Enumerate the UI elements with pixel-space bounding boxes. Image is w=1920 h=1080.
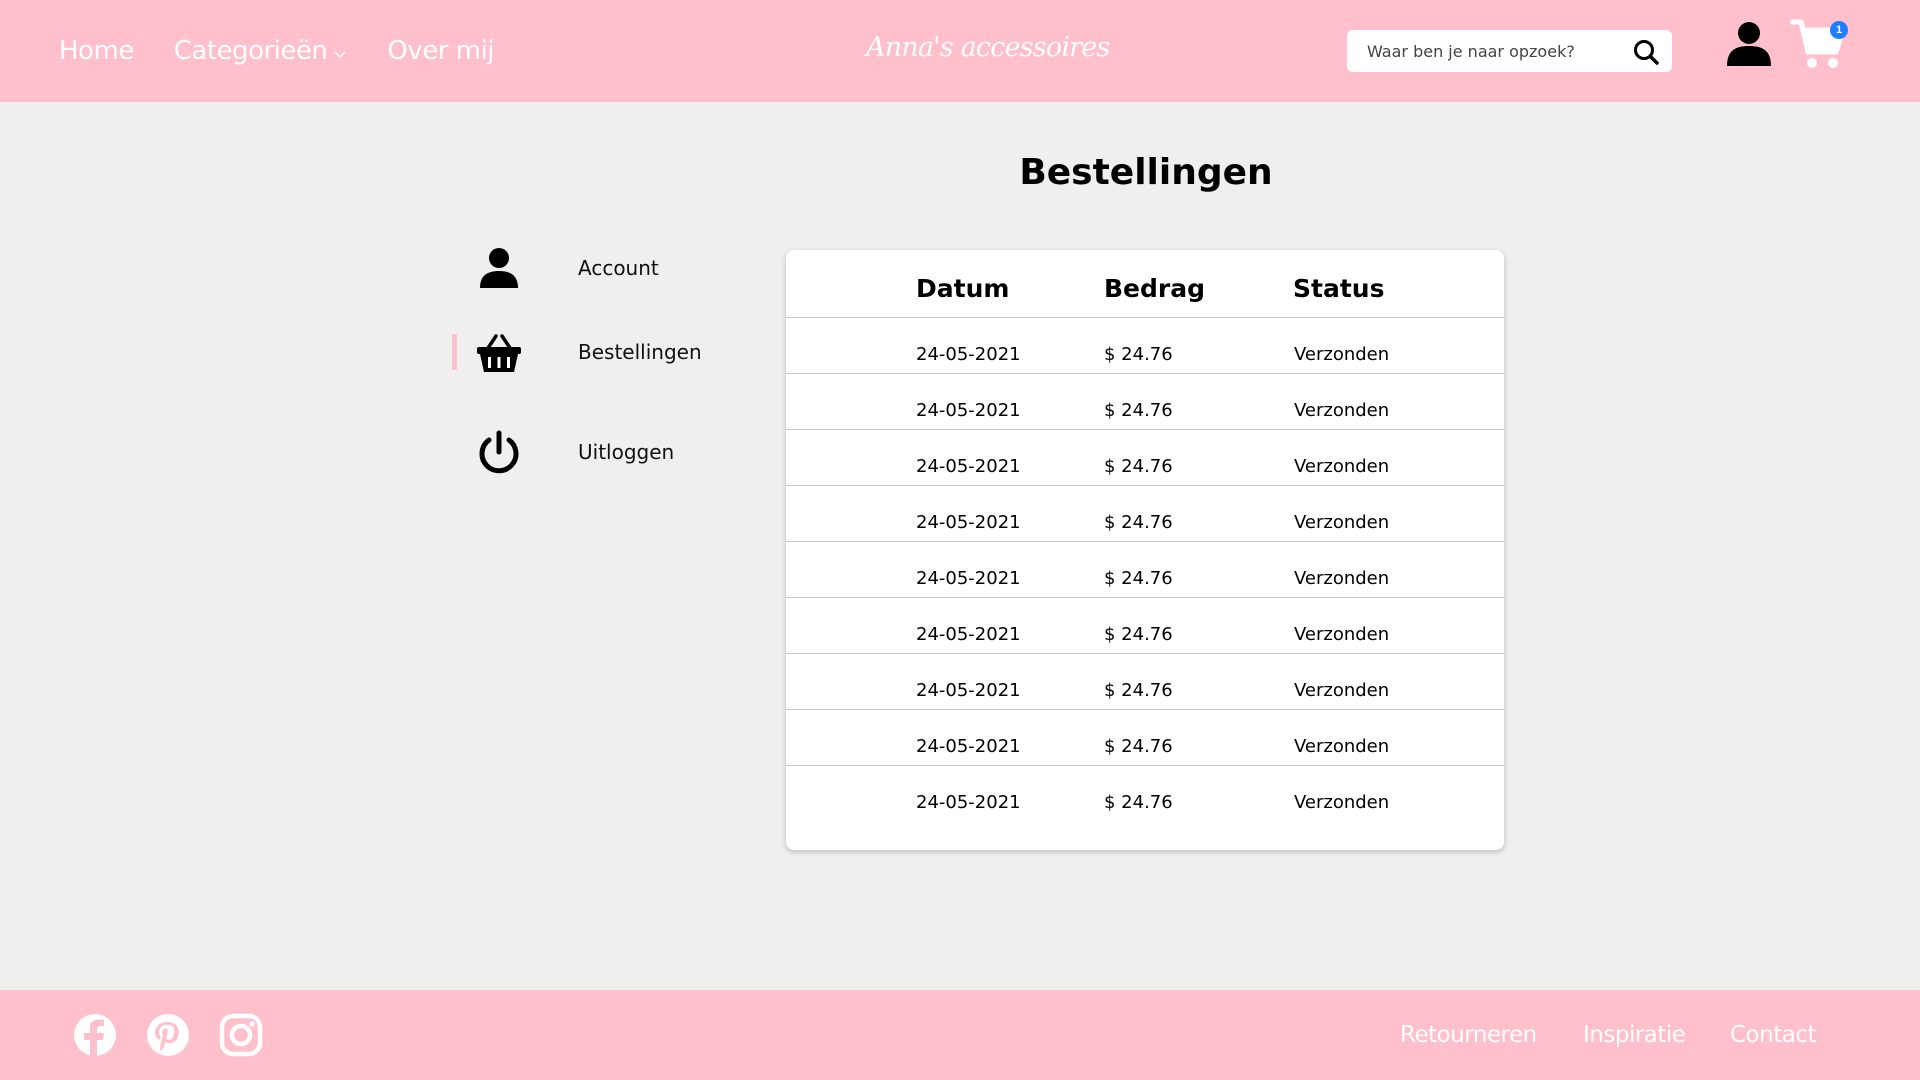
cell-bedrag: $ 24.76 bbox=[1104, 344, 1173, 365]
footer-link-inspiratie[interactable]: Inspiratie bbox=[1583, 1022, 1686, 1048]
column-header-status: Status bbox=[1293, 274, 1385, 303]
cell-bedrag: $ 24.76 bbox=[1104, 736, 1173, 757]
cell-datum: 24-05-2021 bbox=[916, 512, 1021, 533]
cell-status: Verzonden bbox=[1294, 792, 1390, 813]
power-icon bbox=[476, 430, 522, 476]
pinterest-icon[interactable] bbox=[145, 1012, 191, 1058]
cell-datum: 24-05-2021 bbox=[916, 624, 1021, 645]
search-icon[interactable] bbox=[1632, 38, 1660, 66]
nav-categories-label: Categorieën bbox=[173, 36, 328, 66]
table-header: Datum Bedrag Status bbox=[786, 250, 1504, 318]
active-indicator bbox=[452, 334, 457, 370]
column-header-datum: Datum bbox=[916, 274, 1010, 303]
nav-home[interactable]: Home bbox=[59, 36, 134, 66]
cell-bedrag: $ 24.76 bbox=[1104, 568, 1173, 589]
cell-status: Verzonden bbox=[1294, 736, 1390, 757]
cell-bedrag: $ 24.76 bbox=[1104, 624, 1173, 645]
nav-over-mij[interactable]: Over mij bbox=[387, 36, 494, 66]
cell-datum: 24-05-2021 bbox=[916, 736, 1021, 757]
cell-datum: 24-05-2021 bbox=[916, 680, 1021, 701]
user-icon bbox=[476, 246, 522, 292]
cell-bedrag: $ 24.76 bbox=[1104, 792, 1173, 813]
table-row[interactable]: 24-05-2021 $ 24.76 Verzonden bbox=[786, 374, 1504, 430]
cell-datum: 24-05-2021 bbox=[916, 344, 1021, 365]
table-row[interactable]: 24-05-2021 $ 24.76 Verzonden bbox=[786, 542, 1504, 598]
table-row[interactable]: 24-05-2021 $ 24.76 Verzonden bbox=[786, 430, 1504, 486]
basket-icon bbox=[476, 330, 522, 376]
sidebar-item-bestellingen[interactable]: Bestellingen bbox=[452, 322, 712, 382]
cell-bedrag: $ 24.76 bbox=[1104, 400, 1173, 421]
table-row[interactable]: 24-05-2021 $ 24.76 Verzonden bbox=[786, 318, 1504, 374]
cell-status: Verzonden bbox=[1294, 344, 1390, 365]
cell-datum: 24-05-2021 bbox=[916, 568, 1021, 589]
cell-bedrag: $ 24.76 bbox=[1104, 512, 1173, 533]
cell-status: Verzonden bbox=[1294, 456, 1390, 477]
nav-categories[interactable]: Categorieën bbox=[174, 36, 348, 66]
site-footer: Retourneren Inspiratie Contact bbox=[0, 990, 1920, 1080]
table-row[interactable]: 24-05-2021 $ 24.76 Verzonden bbox=[786, 598, 1504, 654]
cell-datum: 24-05-2021 bbox=[916, 792, 1021, 813]
cell-bedrag: $ 24.76 bbox=[1104, 680, 1173, 701]
site-header: Home Categorieën Over mij Anna's accesso… bbox=[0, 0, 1920, 102]
sidebar-item-uitloggen[interactable]: Uitloggen bbox=[452, 422, 712, 482]
sidebar-item-label: Bestellingen bbox=[578, 340, 702, 364]
search-box bbox=[1347, 30, 1672, 72]
facebook-icon[interactable] bbox=[72, 1012, 118, 1058]
cell-status: Verzonden bbox=[1294, 512, 1390, 533]
table-row[interactable]: 24-05-2021 $ 24.76 Verzonden bbox=[786, 486, 1504, 542]
cart-count-badge: 1 bbox=[1830, 21, 1848, 39]
cell-datum: 24-05-2021 bbox=[916, 400, 1021, 421]
cell-status: Verzonden bbox=[1294, 624, 1390, 645]
sidebar-item-label: Account bbox=[578, 256, 659, 280]
search-input[interactable] bbox=[1347, 41, 1617, 61]
sidebar-item-account[interactable]: Account bbox=[452, 238, 712, 298]
table-row[interactable]: 24-05-2021 $ 24.76 Verzonden bbox=[786, 654, 1504, 710]
cell-status: Verzonden bbox=[1294, 400, 1390, 421]
brand-logo[interactable]: Anna's accessoires bbox=[866, 32, 1110, 63]
main-nav: Home Categorieën Over mij bbox=[59, 0, 534, 102]
cell-bedrag: $ 24.76 bbox=[1104, 456, 1173, 477]
table-row[interactable]: 24-05-2021 $ 24.76 Verzonden bbox=[786, 710, 1504, 766]
orders-table: Datum Bedrag Status 24-05-2021 $ 24.76 V… bbox=[786, 250, 1504, 850]
chevron-down-icon bbox=[333, 36, 347, 66]
instagram-icon[interactable] bbox=[218, 1012, 264, 1058]
cell-status: Verzonden bbox=[1294, 680, 1390, 701]
sidebar-item-label: Uitloggen bbox=[578, 440, 675, 464]
cell-status: Verzonden bbox=[1294, 568, 1390, 589]
page-title: Bestellingen bbox=[1019, 152, 1273, 193]
table-row[interactable]: 24-05-2021 $ 24.76 Verzonden bbox=[786, 766, 1504, 822]
column-header-bedrag: Bedrag bbox=[1104, 274, 1206, 303]
user-icon[interactable] bbox=[1726, 20, 1772, 66]
footer-link-retourneren[interactable]: Retourneren bbox=[1400, 1022, 1537, 1048]
footer-link-contact[interactable]: Contact bbox=[1730, 1022, 1816, 1048]
cell-datum: 24-05-2021 bbox=[916, 456, 1021, 477]
